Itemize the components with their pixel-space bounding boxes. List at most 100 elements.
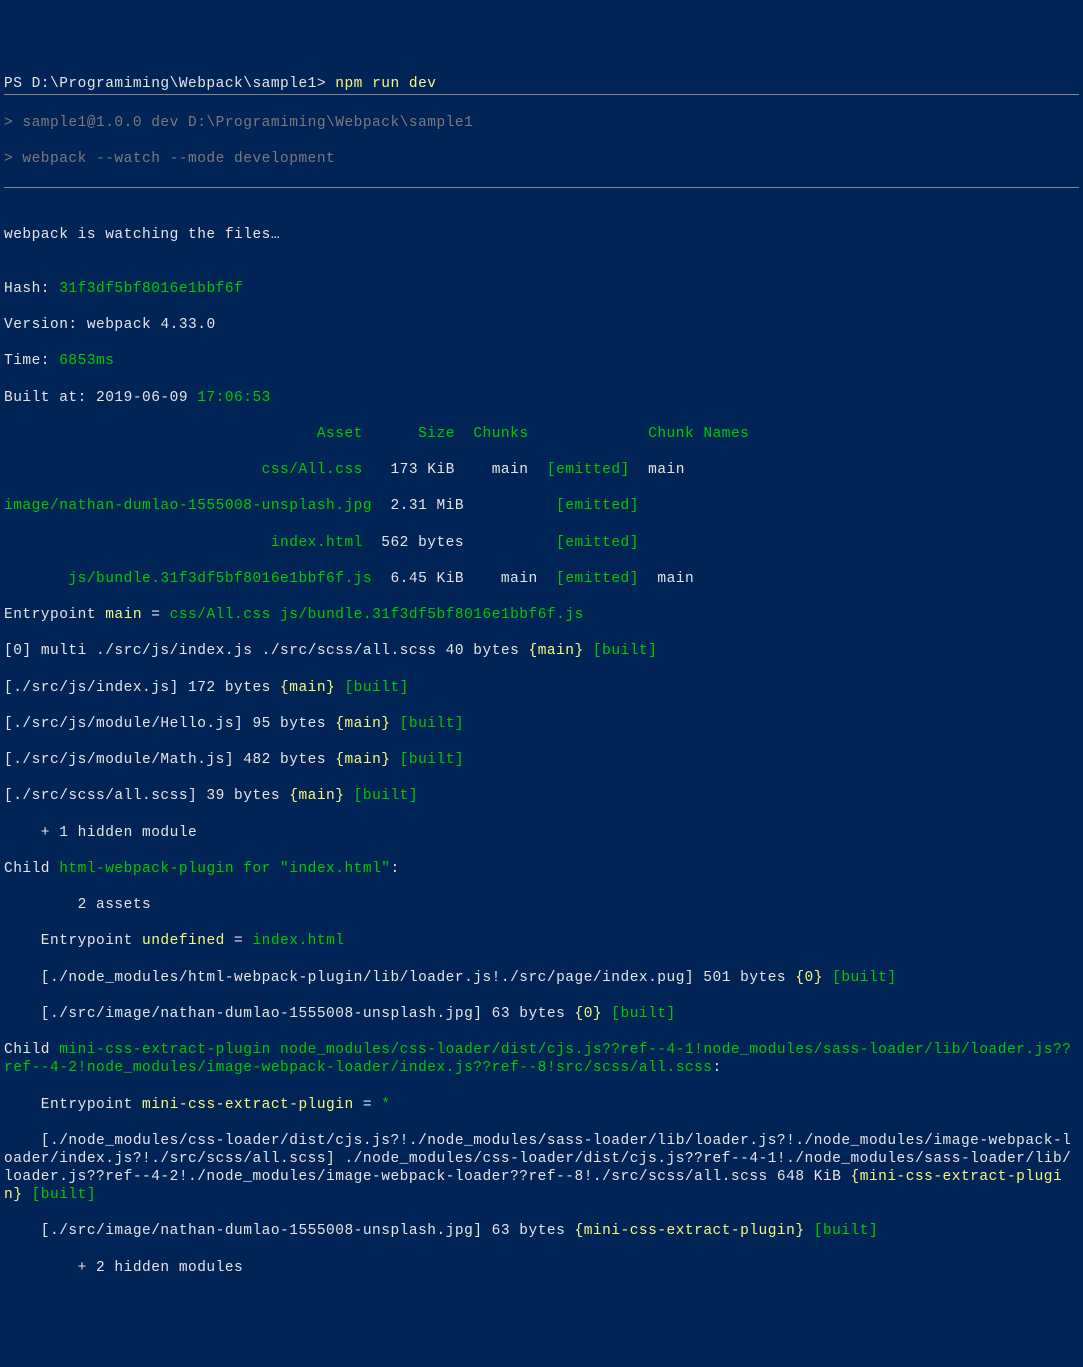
module-path: [./src/js/module/Hello.js] — [4, 716, 243, 732]
version-line: Version: webpack 4.33.0 — [4, 316, 1079, 334]
entrypoint-line: Entrypoint main = css/All.css js/bundle.… — [4, 606, 1079, 624]
module-idx: [0] — [4, 643, 41, 659]
entrypoint-name: main — [105, 607, 142, 623]
module-status: [built] — [823, 970, 897, 986]
module-chunk: {main} — [280, 680, 335, 696]
asset-size: 173 KiB — [390, 462, 454, 478]
module-row: [./src/scss/all.scss] 39 bytes {main} [b… — [4, 787, 1079, 805]
module-path: [./src/js/index.js] — [4, 680, 179, 696]
child-prefix: Child — [4, 861, 59, 877]
entrypoint-label: Entrypoint — [4, 933, 142, 949]
child-prefix: Child — [4, 1042, 59, 1058]
asset-size: 6.45 KiB — [390, 571, 464, 587]
asset-size: 2.31 MiB — [390, 498, 464, 514]
equals: = — [354, 1097, 382, 1113]
module-chunk: {main} — [289, 788, 344, 804]
prompt-line: PS D:\Programiming\Webpack\sample1> npm … — [4, 75, 1079, 93]
module-chunk: {0} — [575, 1006, 603, 1022]
module-status: [built] — [22, 1187, 96, 1203]
asset-name: image/nathan-dumlao-1555008-unsplash.jpg — [4, 498, 372, 514]
equals: = — [142, 607, 170, 623]
asset-status: [emitted] — [556, 571, 639, 587]
asset-name: css/All.css — [262, 462, 363, 478]
module-chunk: {main} — [335, 716, 390, 732]
header-asset: Asset — [317, 426, 363, 442]
module-row: [./src/image/nathan-dumlao-1555008-unspl… — [4, 1005, 1079, 1023]
asset-status: [emitted] — [556, 535, 639, 551]
header-chunks: Chunks — [473, 426, 528, 442]
asset-chunk-name: main — [648, 462, 685, 478]
header-size: Size — [418, 426, 455, 442]
asset-name: js/bundle.31f3df5bf8016e1bbf6f.js — [68, 571, 372, 587]
child-name: html-webpack-plugin for "index.html" — [59, 861, 390, 877]
module-status: [built] — [390, 752, 464, 768]
asset-chunk: main — [501, 571, 538, 587]
separator — [4, 187, 1079, 188]
module-size: 63 bytes — [482, 1223, 574, 1239]
hash-line: Hash: 31f3df5bf8016e1bbf6f — [4, 280, 1079, 298]
child-header: Child html-webpack-plugin for "index.htm… — [4, 860, 1079, 878]
built-at-label: Built at: — [4, 390, 96, 406]
module-row: [./node_modules/html-webpack-plugin/lib/… — [4, 969, 1079, 987]
module-status: [built] — [335, 680, 409, 696]
asset-chunk: main — [492, 462, 529, 478]
child-header: Child mini-css-extract-plugin node_modul… — [4, 1041, 1079, 1077]
module-chunk: {0} — [795, 970, 823, 986]
asset-size: 562 bytes — [381, 535, 464, 551]
asset-row: image/nathan-dumlao-1555008-unsplash.jpg… — [4, 497, 1079, 515]
entrypoint-files: css/All.css js/bundle.31f3df5bf8016e1bbf… — [170, 607, 584, 623]
time-line: Time: 6853ms — [4, 352, 1079, 370]
entrypoint-files: index.html — [252, 933, 344, 949]
entrypoint-label: Entrypoint — [4, 1097, 142, 1113]
module-path: [./src/image/nathan-dumlao-1555008-unspl… — [4, 1223, 482, 1239]
hash-label: Hash: — [4, 281, 59, 297]
module-size: 40 bytes — [436, 643, 528, 659]
module-size: 482 bytes — [234, 752, 335, 768]
entrypoint-name: mini-css-extract-plugin — [142, 1097, 354, 1113]
entrypoint-files: * — [381, 1097, 390, 1113]
hash-value: 31f3df5bf8016e1bbf6f — [59, 281, 243, 297]
cwd-path: D:\Programiming\Webpack\sample1> — [32, 76, 326, 92]
module-row: [./src/js/module/Math.js] 482 bytes {mai… — [4, 751, 1079, 769]
entrypoint-label: Entrypoint — [4, 607, 105, 623]
watch-message: webpack is watching the files… — [4, 226, 1079, 244]
module-row: [./node_modules/css-loader/dist/cjs.js?!… — [4, 1132, 1079, 1205]
child-name: mini-css-extract-plugin node_modules/css… — [4, 1042, 1071, 1076]
module-size: 39 bytes — [197, 788, 289, 804]
module-size: 63 bytes — [482, 1006, 574, 1022]
asset-status: [emitted] — [556, 498, 639, 514]
asset-status: [emitted] — [547, 462, 630, 478]
module-row: [./src/image/nathan-dumlao-1555008-unspl… — [4, 1222, 1079, 1240]
module-size: 172 bytes — [179, 680, 280, 696]
hidden-modules: + 2 hidden modules — [4, 1259, 1079, 1277]
asset-row: js/bundle.31f3df5bf8016e1bbf6f.js 6.45 K… — [4, 570, 1079, 588]
asset-chunk-name: main — [657, 571, 694, 587]
module-status: [built] — [344, 788, 418, 804]
module-row: [./src/js/module/Hello.js] 95 bytes {mai… — [4, 715, 1079, 733]
hidden-modules: + 1 hidden module — [4, 824, 1079, 842]
module-path: [./src/scss/all.scss] — [4, 788, 197, 804]
module-chunk: {main} — [529, 643, 584, 659]
module-status: [built] — [390, 716, 464, 732]
time-value: 6853ms — [59, 353, 114, 369]
terminal-output[interactable]: PS D:\Programiming\Webpack\sample1> npm … — [4, 75, 1079, 1277]
asset-row: css/All.css 173 KiB main [emitted] main — [4, 461, 1079, 479]
module-status: [built] — [602, 1006, 676, 1022]
built-at-date: 2019-06-09 — [96, 390, 197, 406]
module-status: [built] — [584, 643, 658, 659]
header-chunk-names: Chunk Names — [648, 426, 749, 442]
module-path: [./src/js/module/Math.js] — [4, 752, 234, 768]
module-path: multi ./src/js/index.js ./src/scss/all.s… — [41, 643, 437, 659]
module-path: [./src/image/nathan-dumlao-1555008-unspl… — [4, 1006, 482, 1022]
version-value: webpack 4.33.0 — [87, 317, 216, 333]
time-label: Time: — [4, 353, 59, 369]
separator — [4, 94, 1079, 95]
child-suffix: : — [713, 1060, 722, 1076]
built-at-time: 17:06:53 — [197, 390, 271, 406]
command: npm run dev — [335, 76, 436, 92]
module-path: [./node_modules/html-webpack-plugin/lib/… — [4, 970, 694, 986]
entrypoint-line: Entrypoint mini-css-extract-plugin = * — [4, 1096, 1079, 1114]
module-chunk: {mini-css-extract-plugin} — [575, 1223, 805, 1239]
child-suffix: : — [390, 861, 399, 877]
entrypoint-line: Entrypoint undefined = index.html — [4, 932, 1079, 950]
